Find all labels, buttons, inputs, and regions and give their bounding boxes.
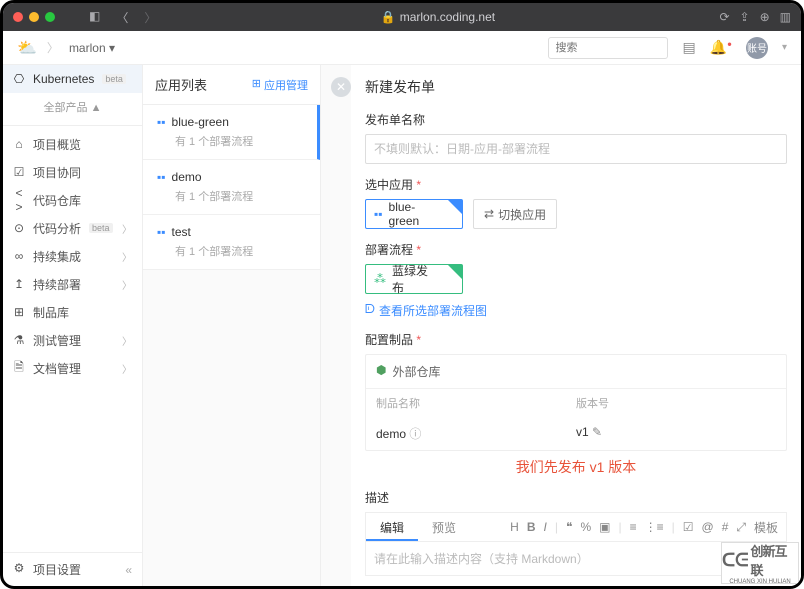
sidebar-item-settings[interactable]: ⚙项目设置 — [13, 561, 81, 578]
watermark: ᑕᕮ创新互联 CHUANG XIN HULIAN — [721, 542, 799, 584]
grid-icon: ⊞ — [252, 77, 261, 93]
topbar: ⛅ 〉 marlon ▾ ▤ 🔔● 账号 ▾ — [3, 31, 801, 65]
sidebar-all-products[interactable]: 全部产品 ▲ — [3, 93, 142, 121]
swap-icon: ⇄ — [484, 207, 494, 221]
tab-edit[interactable]: 编辑 — [366, 513, 418, 541]
bell-icon[interactable]: 🔔● — [710, 39, 732, 56]
italic-icon[interactable]: I — [544, 520, 547, 534]
app-list-panel: 应用列表 ⊞应用管理 ▪▪blue-green有 1 个部署流程▪▪demo有 … — [143, 65, 321, 586]
col-artifact-name: 制品名称 — [376, 395, 576, 411]
editor-tabs: 编辑 预览 H B I | ❝ % ▣ | ≡ ⋮≡ | ☑ — [365, 512, 787, 542]
sidebar-item[interactable]: ⊙代码分析 beta〉 — [3, 214, 142, 242]
repo-name: 外部仓库 — [392, 363, 440, 380]
min-dot[interactable] — [29, 12, 39, 22]
label-deploy-flow: 部署流程 — [365, 241, 787, 258]
url-bar[interactable]: 🔒marlon.coding.net — [162, 10, 713, 24]
refresh-icon[interactable]: ⟳ — [719, 10, 729, 24]
edit-icon[interactable]: ✎ — [592, 425, 602, 439]
sidebar-item[interactable]: ∞持续集成〉 — [3, 242, 142, 270]
sidebar-toggle-icon[interactable]: ◧ — [89, 9, 100, 26]
link-icon[interactable]: % — [580, 520, 591, 534]
sidebar-item[interactable]: ↥持续部署〉 — [3, 270, 142, 298]
image-icon[interactable]: ▣ — [599, 520, 610, 534]
label-selected-app: 选中应用 — [365, 176, 787, 193]
selected-flow-box[interactable]: ⁂蓝绿发布 — [365, 264, 463, 294]
info-icon[interactable]: ⓘ — [409, 427, 421, 441]
back-icon[interactable]: 〈 — [116, 9, 128, 26]
view-flow-link[interactable]: ᗟ查看所选部署流程图 — [365, 302, 787, 319]
tab-preview[interactable]: 预览 — [418, 513, 470, 541]
grid-icon[interactable]: ▤ — [682, 39, 695, 56]
panel-title: 新建发布单 — [365, 77, 787, 97]
app-manage-link[interactable]: ⊞应用管理 — [252, 77, 308, 93]
hash-icon[interactable]: # — [722, 520, 729, 534]
app-list-item[interactable]: ▪▪demo有 1 个部署流程 — [143, 160, 320, 215]
at-icon[interactable]: @ — [702, 520, 714, 534]
sidebar-item-kubernetes[interactable]: ⎔Kubernetes beta — [3, 65, 142, 93]
close-panel-button[interactable]: ✕ — [331, 77, 351, 97]
label-description: 描述 — [365, 489, 787, 506]
collapse-icon[interactable]: « — [125, 563, 132, 577]
template-button[interactable]: 模板 — [754, 519, 778, 536]
app-list-item[interactable]: ▪▪blue-green有 1 个部署流程 — [143, 105, 320, 160]
tabs-icon[interactable]: ▥ — [780, 10, 791, 24]
k8s-icon: ⎔ — [13, 72, 25, 86]
selected-app-box[interactable]: ▪▪blue-green — [365, 199, 463, 229]
expand-icon[interactable]: ⤢ — [736, 520, 746, 535]
logo-icon[interactable]: ⛅ — [17, 38, 37, 58]
new-tab-icon[interactable]: ⊕ — [760, 10, 770, 24]
breadcrumb-sep: 〉 — [47, 39, 59, 56]
label-release-name: 发布单名称 — [365, 111, 787, 128]
beta-badge: beta — [102, 74, 126, 84]
artifact-box: ⬢ 外部仓库 制品名称版本号 demo ⓘ v1 ✎ — [365, 354, 787, 451]
ol-icon[interactable]: ⋮≡ — [645, 520, 664, 534]
sidebar-item[interactable]: ☑项目协同 — [3, 158, 142, 186]
bold-icon[interactable]: B — [527, 520, 536, 534]
lock-icon: 🔒 — [381, 10, 396, 24]
checklist-icon[interactable]: ☑ — [683, 520, 694, 534]
release-name-input[interactable] — [365, 134, 787, 164]
annotation-text: 我们先发布 v1 版本 — [365, 457, 787, 477]
app-list-title: 应用列表 — [155, 75, 207, 94]
chevron-down-icon[interactable]: ▾ — [782, 42, 787, 53]
flowchart-icon: ᗟ — [365, 302, 375, 319]
sidebar-item[interactable]: ⌂项目概览 — [3, 130, 142, 158]
gear-icon: ⚙ — [13, 561, 25, 578]
close-dot[interactable] — [13, 12, 23, 22]
h-icon[interactable]: H — [510, 520, 519, 534]
sidebar-item[interactable]: ⊞制品库 — [3, 298, 142, 326]
avatar[interactable]: 账号 — [746, 37, 768, 59]
artifact-version-cell[interactable]: v1 ✎ — [576, 425, 776, 442]
breadcrumb-project[interactable]: marlon ▾ — [69, 41, 115, 55]
search-input[interactable] — [548, 37, 668, 59]
label-artifacts: 配置制品 — [365, 331, 787, 348]
col-version: 版本号 — [576, 395, 776, 411]
sidebar-item[interactable]: < >代码仓库 — [3, 186, 142, 214]
primary-sidebar: ⎔Kubernetes beta 全部产品 ▲ ⌂项目概览☑项目协同< >代码仓… — [3, 65, 143, 586]
max-dot[interactable] — [45, 12, 55, 22]
app-list-item[interactable]: ▪▪test有 1 个部署流程 — [143, 215, 320, 270]
repo-icon: ⬢ — [376, 363, 386, 380]
share-icon[interactable]: ⇪ — [740, 10, 750, 24]
app-icon: ▪▪ — [374, 207, 383, 221]
sidebar-item[interactable]: 🗎文档管理〉 — [3, 354, 142, 382]
switch-app-button[interactable]: ⇄切换应用 — [473, 199, 557, 229]
forward-icon[interactable]: 〉 — [144, 9, 156, 26]
flow-icon: ⁂ — [374, 272, 386, 286]
sidebar-item[interactable]: ⚗测试管理〉 — [3, 326, 142, 354]
artifact-name-cell: demo ⓘ — [376, 425, 576, 442]
mac-titlebar: ◧ 〈 〉 🔒marlon.coding.net ⟳ ⇪ ⊕ ▥ — [3, 3, 801, 31]
quote-icon[interactable]: ❝ — [566, 520, 572, 534]
ul-icon[interactable]: ≡ — [630, 520, 637, 534]
